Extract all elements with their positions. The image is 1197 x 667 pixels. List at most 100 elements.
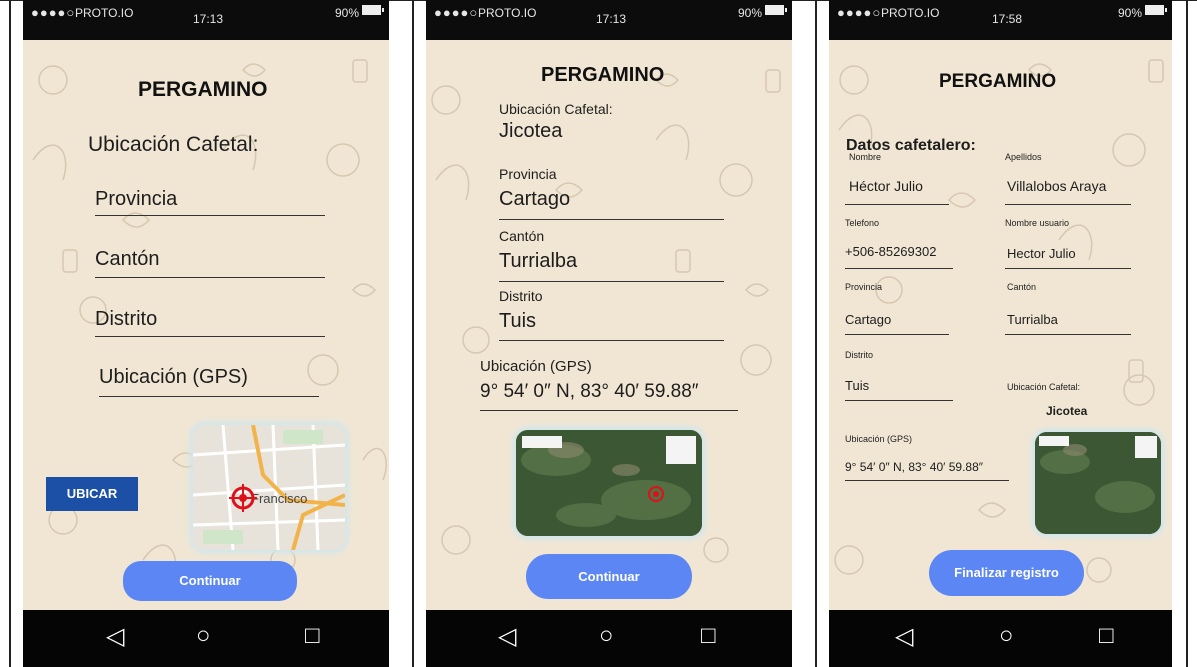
- status-bar: ●●●●○ PROTO.IO 17:13 90%: [23, 0, 389, 40]
- distrito-field[interactable]: Tuis: [845, 378, 869, 393]
- app-title: PERGAMINO: [541, 64, 665, 86]
- recent-apps-icon[interactable]: □: [1099, 622, 1114, 650]
- battery-icon: [765, 5, 787, 15]
- field-underline: [95, 336, 325, 337]
- field-underline: [499, 281, 724, 282]
- recent-apps-icon[interactable]: □: [305, 622, 320, 650]
- android-nav-bar: ◁ ○ □: [426, 610, 792, 667]
- canton-field[interactable]: Cantón: [95, 248, 160, 271]
- satellite-map[interactable]: [1035, 432, 1161, 534]
- telefono-field[interactable]: +506-85269302: [845, 244, 936, 259]
- battery-label: 90%: [1117, 6, 1142, 20]
- continue-button[interactable]: Continuar: [123, 561, 297, 601]
- continue-button[interactable]: Continuar: [526, 554, 692, 599]
- gps-field[interactable]: Ubicación (GPS): [99, 366, 248, 389]
- field-underline: [480, 410, 738, 411]
- finish-registration-button[interactable]: Finalizar registro: [929, 550, 1084, 596]
- screen-location-filled: ●●●●○ PROTO.IO 17:13 90% PERGAMINO Ubica…: [426, 0, 792, 667]
- field-underline: [1005, 334, 1131, 335]
- app-content: PERGAMINO Ubicación Cafetal: Provincia C…: [23, 40, 389, 610]
- distrito-label: Distrito: [845, 350, 874, 360]
- provincia-field[interactable]: Provincia: [95, 188, 177, 211]
- recent-apps-icon[interactable]: □: [701, 622, 716, 650]
- distrito-field[interactable]: Distrito: [95, 308, 157, 331]
- nombre-label: Nombre: [849, 152, 882, 162]
- table-border: [9, 0, 11, 667]
- street-map[interactable]: Francisco: [193, 425, 345, 550]
- ubicacion-label: Ubicación Cafetal:: [499, 101, 613, 117]
- field-underline: [1005, 204, 1131, 205]
- map-place-label: Francisco: [251, 491, 307, 506]
- signal-icon: ●●●●○: [837, 5, 882, 20]
- field-underline: [845, 400, 953, 401]
- carrier-label: PROTO.IO: [75, 6, 134, 20]
- usuario-label: Nombre usuario: [1005, 218, 1070, 228]
- distrito-value[interactable]: Tuis: [499, 310, 536, 333]
- nombre-field[interactable]: Héctor Julio: [849, 178, 923, 194]
- provincia-value[interactable]: Cartago: [499, 188, 570, 211]
- satellite-map[interactable]: [516, 430, 702, 536]
- distrito-label: Distrito: [499, 288, 543, 304]
- status-bar: ●●●●○ PROTO.IO 17:58 90%: [829, 0, 1172, 40]
- clock: 17:13: [193, 12, 224, 26]
- battery-label: 90%: [334, 6, 359, 20]
- street-map-graphic: Francisco: [193, 425, 345, 550]
- screen-grower-data: ●●●●○ PROTO.IO 17:58 90% PERGAMINO Datos…: [829, 0, 1172, 667]
- battery-icon: [1145, 5, 1167, 15]
- provincia-field[interactable]: Cartago: [845, 312, 891, 327]
- battery-label: 90%: [737, 6, 762, 20]
- android-nav-bar: ◁ ○ □: [829, 610, 1172, 667]
- apellidos-label: Apellidos: [1005, 152, 1042, 162]
- provincia-label: Provincia: [499, 166, 557, 182]
- back-icon[interactable]: ◁: [106, 622, 124, 651]
- canton-field[interactable]: Turrialba: [1007, 312, 1058, 327]
- field-underline: [1005, 268, 1131, 269]
- home-icon[interactable]: ○: [599, 622, 614, 650]
- ubicacion-label: Ubicación Cafetal:: [1007, 382, 1081, 392]
- home-icon[interactable]: ○: [999, 622, 1014, 650]
- app-content: PERGAMINO Datos cafetalero: Nombre Hécto…: [829, 40, 1172, 610]
- field-underline: [845, 268, 953, 269]
- carrier-label: PROTO.IO: [478, 6, 537, 20]
- usuario-field[interactable]: Hector Julio: [1007, 246, 1076, 261]
- field-underline: [95, 215, 325, 216]
- clock: 17:13: [596, 12, 627, 26]
- carrier-label: PROTO.IO: [881, 6, 940, 20]
- gps-field[interactable]: 9° 54′ 0″ N, 83° 40′ 59.88″: [845, 460, 983, 474]
- table-border: [815, 0, 817, 667]
- field-underline: [95, 277, 325, 278]
- telefono-label: Telefono: [845, 218, 880, 228]
- signal-icon: ●●●●○: [31, 5, 76, 20]
- satellite-map-graphic: [516, 430, 702, 536]
- table-border: [1186, 0, 1188, 667]
- home-icon[interactable]: ○: [196, 622, 211, 650]
- gps-value[interactable]: 9° 54′ 0″ N, 83° 40′ 59.88″: [480, 381, 699, 403]
- gps-label: Ubicación (GPS): [480, 358, 592, 375]
- canton-label: Cantón: [499, 228, 545, 244]
- screen-location-empty: ●●●●○ PROTO.IO 17:13 90% PERGAMINO Ubica…: [23, 0, 389, 667]
- battery-icon: [362, 5, 384, 15]
- field-underline: [845, 204, 949, 205]
- apellidos-field[interactable]: Villalobos Araya: [1007, 178, 1106, 194]
- field-underline: [99, 396, 319, 397]
- clock: 17:58: [992, 12, 1023, 26]
- app-content: PERGAMINO Ubicación Cafetal: Jicotea Pro…: [426, 40, 792, 610]
- canton-value[interactable]: Turrialba: [499, 250, 577, 273]
- field-underline: [845, 480, 1009, 481]
- locate-button[interactable]: UBICAR: [46, 477, 138, 511]
- field-underline: [499, 340, 724, 341]
- app-title: PERGAMINO: [939, 71, 1057, 92]
- app-title: PERGAMINO: [138, 78, 268, 101]
- back-icon[interactable]: ◁: [498, 622, 516, 651]
- field-underline: [499, 219, 724, 220]
- ubicacion-value[interactable]: Jicotea: [499, 120, 562, 143]
- table-border: [412, 0, 414, 667]
- satellite-map-graphic: [1035, 432, 1161, 534]
- android-nav-bar: ◁ ○ □: [23, 610, 389, 667]
- status-bar: ●●●●○ PROTO.IO 17:13 90%: [426, 0, 792, 40]
- gps-label: Ubicación (GPS): [845, 434, 913, 444]
- field-underline: [845, 334, 949, 335]
- signal-icon: ●●●●○: [434, 5, 479, 20]
- back-icon[interactable]: ◁: [895, 622, 913, 651]
- ubicacion-value: Jicotea: [1046, 404, 1088, 418]
